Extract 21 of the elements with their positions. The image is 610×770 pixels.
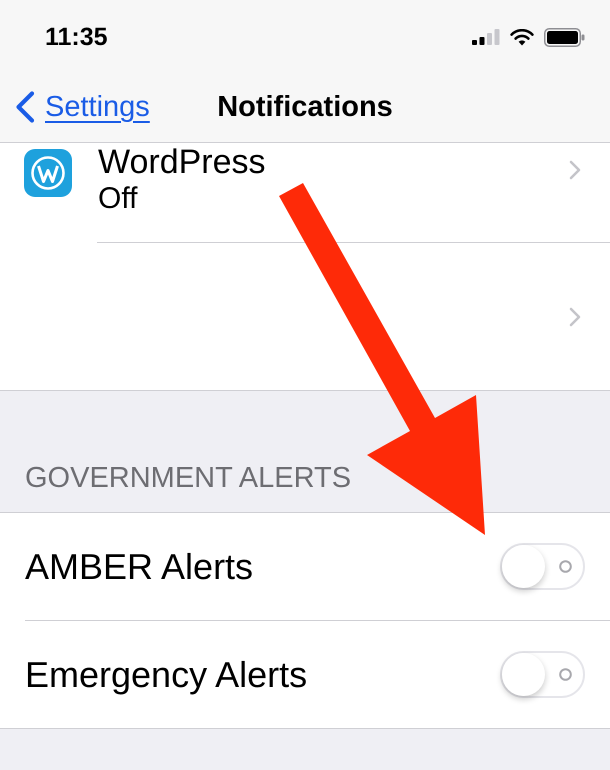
toggle-switch[interactable]: [500, 543, 585, 590]
signal-icon: [472, 29, 500, 45]
app-icon: [24, 149, 72, 197]
section-header: GOVERNMENT ALERTS: [25, 464, 352, 493]
setting-label: Emergency Alerts: [25, 656, 308, 692]
setting-label: AMBER Alerts: [25, 548, 254, 584]
wifi-icon: [510, 28, 534, 46]
chevron-icon: [569, 160, 581, 180]
ring-icon: [559, 560, 572, 573]
app-name: WordPress: [98, 143, 266, 181]
screen-title: Notifications: [217, 92, 393, 122]
toggle-knob: [502, 545, 545, 588]
battery-icon: [544, 28, 585, 46]
status-time: 11:35: [45, 24, 108, 50]
toggle-knob: [502, 653, 545, 696]
chevron-icon: [569, 306, 581, 326]
ring-icon: [559, 668, 572, 681]
back-button[interactable]: Settings: [0, 91, 150, 123]
back-chevron-icon: [15, 91, 35, 123]
toggle-switch[interactable]: [500, 651, 585, 698]
app-status: Off: [98, 181, 138, 217]
